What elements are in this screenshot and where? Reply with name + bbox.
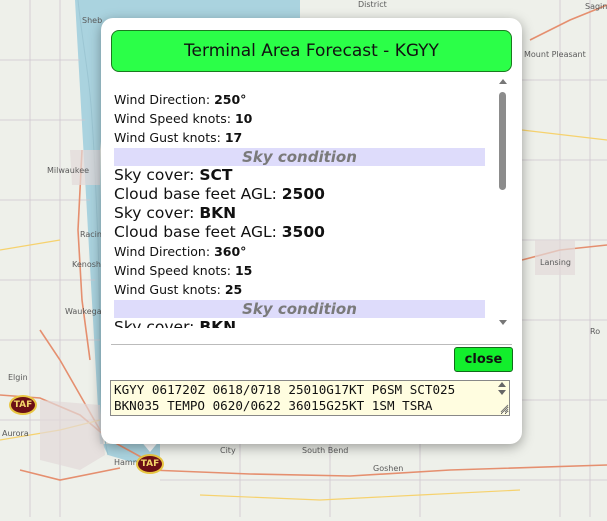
sky-cover-value: BKN <box>199 204 237 222</box>
sky-cover-value: BKN <box>199 318 237 328</box>
cloud-base-row: Cloud base feet AGL: 3500 <box>111 223 499 242</box>
map-label-district: District <box>358 0 387 9</box>
raw-taf-scroll[interactable] <box>496 382 508 400</box>
popup-divider <box>111 344 512 345</box>
wind-gust-value: 25 <box>224 282 243 297</box>
cloud-base-label: Cloud base feet AGL: <box>114 185 277 203</box>
map-label-sheboygan: Sheb <box>82 16 103 25</box>
wind-gust-value: 17 <box>224 130 243 145</box>
wind-speed-row: Wind Speed knots: 10 <box>111 109 499 128</box>
scroll-down-arrow-icon[interactable] <box>499 320 507 325</box>
sky-cover-label: Sky cover: <box>114 204 195 222</box>
raw-taf-textarea[interactable]: KGYY 061720Z 0618/0718 25010G17KT P6SM S… <box>110 380 510 416</box>
wind-direction-row: Wind Direction: 360° <box>111 242 499 261</box>
wind-speed-row: Wind Speed knots: 15 <box>111 261 499 280</box>
taf-details-scroll[interactable]: Wind Direction: 250° Wind Speed knots: 1… <box>111 78 499 328</box>
map-label-aurora: Aurora <box>2 429 29 438</box>
map-label-mount-pleasant: Mount Pleasant <box>524 50 586 59</box>
taf-popup: Terminal Area Forecast - KGYY Wind Direc… <box>101 18 522 444</box>
resize-grip-icon[interactable] <box>500 404 509 413</box>
wind-direction-label: Wind Direction: <box>114 92 211 107</box>
scroll-thumb[interactable] <box>499 92 506 190</box>
scroll-up-arrow-icon[interactable] <box>499 79 507 84</box>
map-label-racine: Racin <box>80 230 102 239</box>
sky-cover-row: Sky cover: BKN <box>111 318 499 328</box>
wind-gust-row: Wind Gust knots: 17 <box>111 128 499 147</box>
map-label-south-bend: South Bend <box>302 446 349 455</box>
sky-cover-label: Sky cover: <box>114 318 195 328</box>
wind-direction-value: 250° <box>214 92 247 107</box>
sky-cover-row: Sky cover: BKN <box>111 204 499 223</box>
raw-scroll-up-icon[interactable] <box>498 382 506 387</box>
cloud-base-value: 3500 <box>281 223 325 241</box>
map-label-ro: Ro <box>590 327 601 336</box>
map-label-milwaukee: Milwaukee <box>47 166 90 175</box>
wind-gust-label: Wind Gust knots: <box>114 282 221 297</box>
wind-gust-label: Wind Gust knots: <box>114 130 221 145</box>
wind-speed-value: 10 <box>234 111 253 126</box>
cloud-base-value: 2500 <box>281 185 325 203</box>
map-label-city: City <box>220 446 236 455</box>
taf-marker-kgyy[interactable]: TAF <box>136 454 164 474</box>
wind-direction-row: Wind Direction: 250° <box>111 90 499 109</box>
map-label-goshen: Goshen <box>373 464 404 473</box>
details-scrollbar[interactable] <box>496 78 510 326</box>
wind-direction-value: 360° <box>214 244 247 259</box>
raw-scroll-down-icon[interactable] <box>498 390 506 395</box>
map-label-lansing: Lansing <box>540 258 571 267</box>
sky-condition-header: Sky condition <box>114 148 485 166</box>
wind-direction-label: Wind Direction: <box>114 244 211 259</box>
sky-condition-header: Sky condition <box>114 300 485 318</box>
wind-speed-label: Wind Speed knots: <box>114 111 231 126</box>
map-label-kenosha: Kenosh <box>72 260 101 269</box>
wind-gust-row: Wind Gust knots: 25 <box>111 280 499 299</box>
sky-cover-value: SCT <box>199 166 233 184</box>
taf-marker-left[interactable]: TAF <box>9 395 37 415</box>
popup-title: Terminal Area Forecast - KGYY <box>111 30 512 72</box>
cloud-base-row: Cloud base feet AGL: 2500 <box>111 185 499 204</box>
wind-speed-value: 15 <box>234 263 253 278</box>
wind-speed-label: Wind Speed knots: <box>114 263 231 278</box>
sky-cover-label: Sky cover: <box>114 166 195 184</box>
map-label-waukegan: Waukega <box>65 307 102 316</box>
map-label-elgin: Elgin <box>8 373 28 382</box>
close-button[interactable]: close <box>454 347 513 372</box>
map-label-saginaw: Sagin <box>585 2 607 11</box>
cloud-base-label: Cloud base feet AGL: <box>114 223 277 241</box>
sky-cover-row: Sky cover: SCT <box>111 166 499 185</box>
